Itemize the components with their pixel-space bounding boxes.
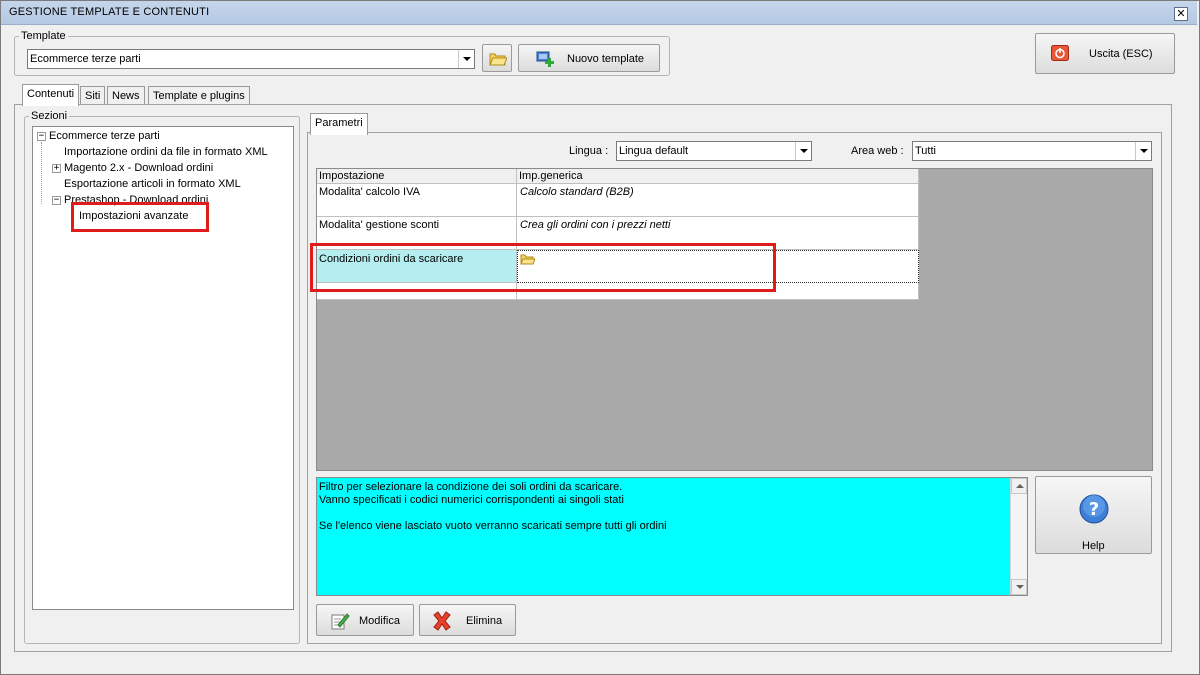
tree-item[interactable]: Magento 2.x - Download ordini xyxy=(64,162,213,174)
power-icon xyxy=(1051,45,1069,61)
lingua-value: Lingua default xyxy=(619,145,689,157)
description-scrollbar[interactable] xyxy=(1010,478,1027,595)
help-label: Help xyxy=(1082,540,1105,552)
sections-legend: Sezioni xyxy=(31,110,68,122)
description-line: Filtro per selezionare la condizione dei… xyxy=(319,481,623,493)
tab-contenuti[interactable]: Contenuti xyxy=(22,84,80,106)
tab-news[interactable]: News xyxy=(107,86,145,106)
scroll-up-icon[interactable] xyxy=(1011,478,1027,494)
tree-item[interactable]: Importazione ordini da file in formato X… xyxy=(64,146,268,158)
modify-label: Modifica xyxy=(359,615,400,627)
area-select[interactable]: Tutti xyxy=(912,141,1152,161)
new-template-button[interactable]: Nuovo template xyxy=(518,44,660,72)
grid-header-value: Imp.generica xyxy=(517,169,919,184)
chevron-down-icon[interactable] xyxy=(1135,142,1151,160)
new-template-label: Nuovo template xyxy=(567,53,645,65)
area-value: Tutti xyxy=(915,145,936,157)
tab-template-plugins[interactable]: Template e plugins xyxy=(148,86,250,106)
grid-value-cell[interactable]: Calcolo standard (B2B) xyxy=(517,184,919,217)
scroll-down-icon[interactable] xyxy=(1011,579,1027,595)
delete-icon xyxy=(433,611,451,631)
tree-connector xyxy=(41,142,42,204)
help-button[interactable]: ? Help xyxy=(1035,476,1152,554)
chevron-down-icon[interactable] xyxy=(458,50,474,68)
folder-icon xyxy=(489,53,507,66)
chevron-down-icon[interactable] xyxy=(795,142,811,160)
template-select[interactable]: Ecommerce terze parti xyxy=(27,49,475,69)
sections-tree: − Ecommerce terze parti Importazione ord… xyxy=(32,126,294,610)
description-line: Se l'elenco viene lasciato vuoto verrann… xyxy=(319,520,667,532)
expand-icon[interactable]: + xyxy=(52,164,61,173)
svg-text:?: ? xyxy=(1089,499,1099,520)
help-icon: ? xyxy=(1079,494,1109,524)
tab-siti[interactable]: Siti xyxy=(80,86,106,106)
template-select-value: Ecommerce terze parti xyxy=(30,53,141,65)
tree-root[interactable]: Ecommerce terze parti xyxy=(49,130,160,142)
close-window-button[interactable]: ✕ xyxy=(1174,7,1188,21)
area-label: Area web : xyxy=(851,145,904,157)
highlight-box xyxy=(71,202,209,232)
lingua-label: Lingua : xyxy=(569,145,609,157)
description-line: Vanno specificati i codici numerici corr… xyxy=(319,494,624,506)
modify-button[interactable]: Modifica xyxy=(316,604,414,636)
collapse-icon[interactable]: − xyxy=(37,132,46,141)
lingua-select[interactable]: Lingua default xyxy=(616,141,812,161)
highlight-box xyxy=(310,243,776,292)
edit-icon xyxy=(331,613,350,630)
exit-label: Uscita (ESC) xyxy=(1089,48,1153,60)
open-folder-button[interactable] xyxy=(482,44,512,72)
delete-button[interactable]: Elimina xyxy=(419,604,516,636)
grid-setting-cell[interactable]: Modalita' calcolo IVA xyxy=(317,184,517,217)
description-box[interactable]: Filtro per selezionare la condizione dei… xyxy=(316,477,1028,596)
exit-button[interactable]: Uscita (ESC) xyxy=(1035,33,1175,74)
tab-parametri[interactable]: Parametri xyxy=(310,113,368,135)
window-title: GESTIONE TEMPLATE E CONTENUTI xyxy=(9,6,210,18)
grid-header-setting: Impostazione xyxy=(317,169,517,184)
collapse-icon[interactable]: − xyxy=(52,196,61,205)
new-template-icon xyxy=(536,51,554,67)
tree-item[interactable]: Esportazione articoli in formato XML xyxy=(64,178,241,190)
delete-label: Elimina xyxy=(466,615,503,627)
template-group-legend: Template xyxy=(21,30,66,42)
